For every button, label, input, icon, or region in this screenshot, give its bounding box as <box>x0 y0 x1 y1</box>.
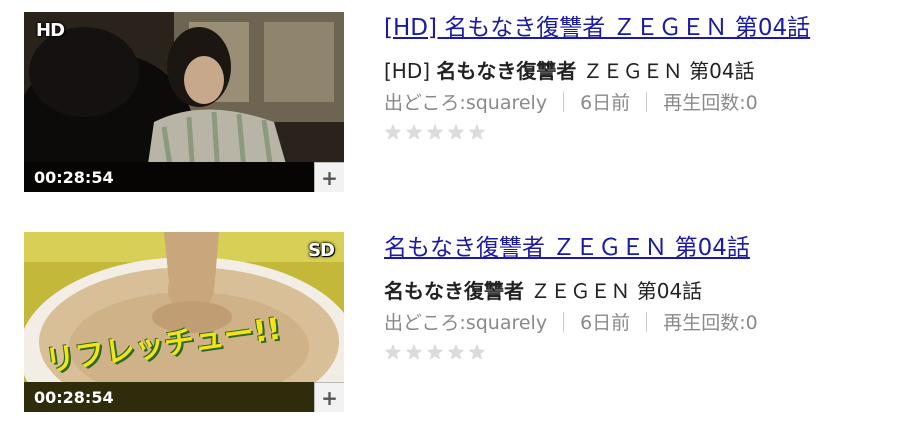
video-subtitle: [HD] 名もなき復讐者 ＺＥＧＥＮ 第04話 <box>384 58 894 84</box>
star-icon[interactable]: ★ <box>447 122 468 142</box>
video-duration: 00:28:54 <box>34 388 114 407</box>
add-to-list-button[interactable]: + <box>314 162 344 192</box>
video-views: 再生回数:0 <box>663 92 758 114</box>
video-meta: 出どころ:squarely 6日前 再生回数:0 <box>384 310 894 336</box>
star-icon[interactable]: ★ <box>384 342 405 362</box>
video-info: [HD] 名もなき復讐者 ＺＥＧＥＮ 第04話 [HD] 名もなき復讐者 ＺＥＧ… <box>384 12 894 142</box>
video-list-item: HD 00:28:54 + [HD] 名もなき復讐者 ＺＥＧＥＮ 第04話 [H… <box>24 12 894 192</box>
meta-divider <box>563 312 565 332</box>
star-icon[interactable]: ★ <box>426 122 447 142</box>
video-age: 6日前 <box>580 92 631 114</box>
plus-icon: + <box>321 165 338 190</box>
video-title-link[interactable]: [HD] 名もなき復讐者 ＺＥＧＥＮ 第04話 <box>384 12 894 44</box>
star-icon[interactable]: ★ <box>468 122 489 142</box>
rating-stars: ★ ★ ★ ★ ★ <box>384 122 894 142</box>
star-icon[interactable]: ★ <box>384 122 405 142</box>
video-source: 出どころ:squarely <box>384 92 548 114</box>
subtitle-main: 名もなき復讐者 <box>436 59 577 83</box>
star-icon[interactable]: ★ <box>447 342 468 362</box>
subtitle-rest: ＺＥＧＥＮ 第04話 <box>576 59 755 83</box>
star-icon[interactable]: ★ <box>405 342 426 362</box>
subtitle-main: 名もなき復讐者 <box>384 279 524 303</box>
subtitle-rest: ＺＥＧＥＮ 第04話 <box>524 279 703 303</box>
star-icon[interactable]: ★ <box>468 342 489 362</box>
video-thumbnail[interactable]: SD リフレッチュー!! 00:28:54 + <box>24 232 344 412</box>
quality-badge: HD <box>36 20 65 41</box>
video-age: 6日前 <box>580 312 631 334</box>
video-title-link[interactable]: 名もなき復讐者 ＺＥＧＥＮ 第04話 <box>384 232 894 264</box>
video-subtitle: 名もなき復讐者 ＺＥＧＥＮ 第04話 <box>384 278 894 304</box>
video-views: 再生回数:0 <box>663 312 758 334</box>
add-to-list-button[interactable]: + <box>314 382 344 412</box>
video-info: 名もなき復讐者 ＺＥＧＥＮ 第04話 名もなき復讐者 ＺＥＧＥＮ 第04話 出ど… <box>384 232 894 362</box>
plus-icon: + <box>321 385 338 410</box>
rating-stars: ★ ★ ★ ★ ★ <box>384 342 894 362</box>
video-duration: 00:28:54 <box>34 168 114 187</box>
meta-divider <box>563 92 565 112</box>
quality-badge: SD <box>308 240 335 261</box>
subtitle-prefix: [HD] <box>384 59 437 83</box>
video-meta: 出どころ:squarely 6日前 再生回数:0 <box>384 90 894 116</box>
video-thumbnail[interactable]: HD 00:28:54 + <box>24 12 344 192</box>
star-icon[interactable]: ★ <box>405 122 426 142</box>
star-icon[interactable]: ★ <box>426 342 447 362</box>
video-source: 出どころ:squarely <box>384 312 548 334</box>
meta-divider <box>646 312 648 332</box>
meta-divider <box>646 92 648 112</box>
video-list-item: SD リフレッチュー!! 00:28:54 + 名もなき復讐者 ＺＥＧＥＮ 第0… <box>24 232 894 412</box>
